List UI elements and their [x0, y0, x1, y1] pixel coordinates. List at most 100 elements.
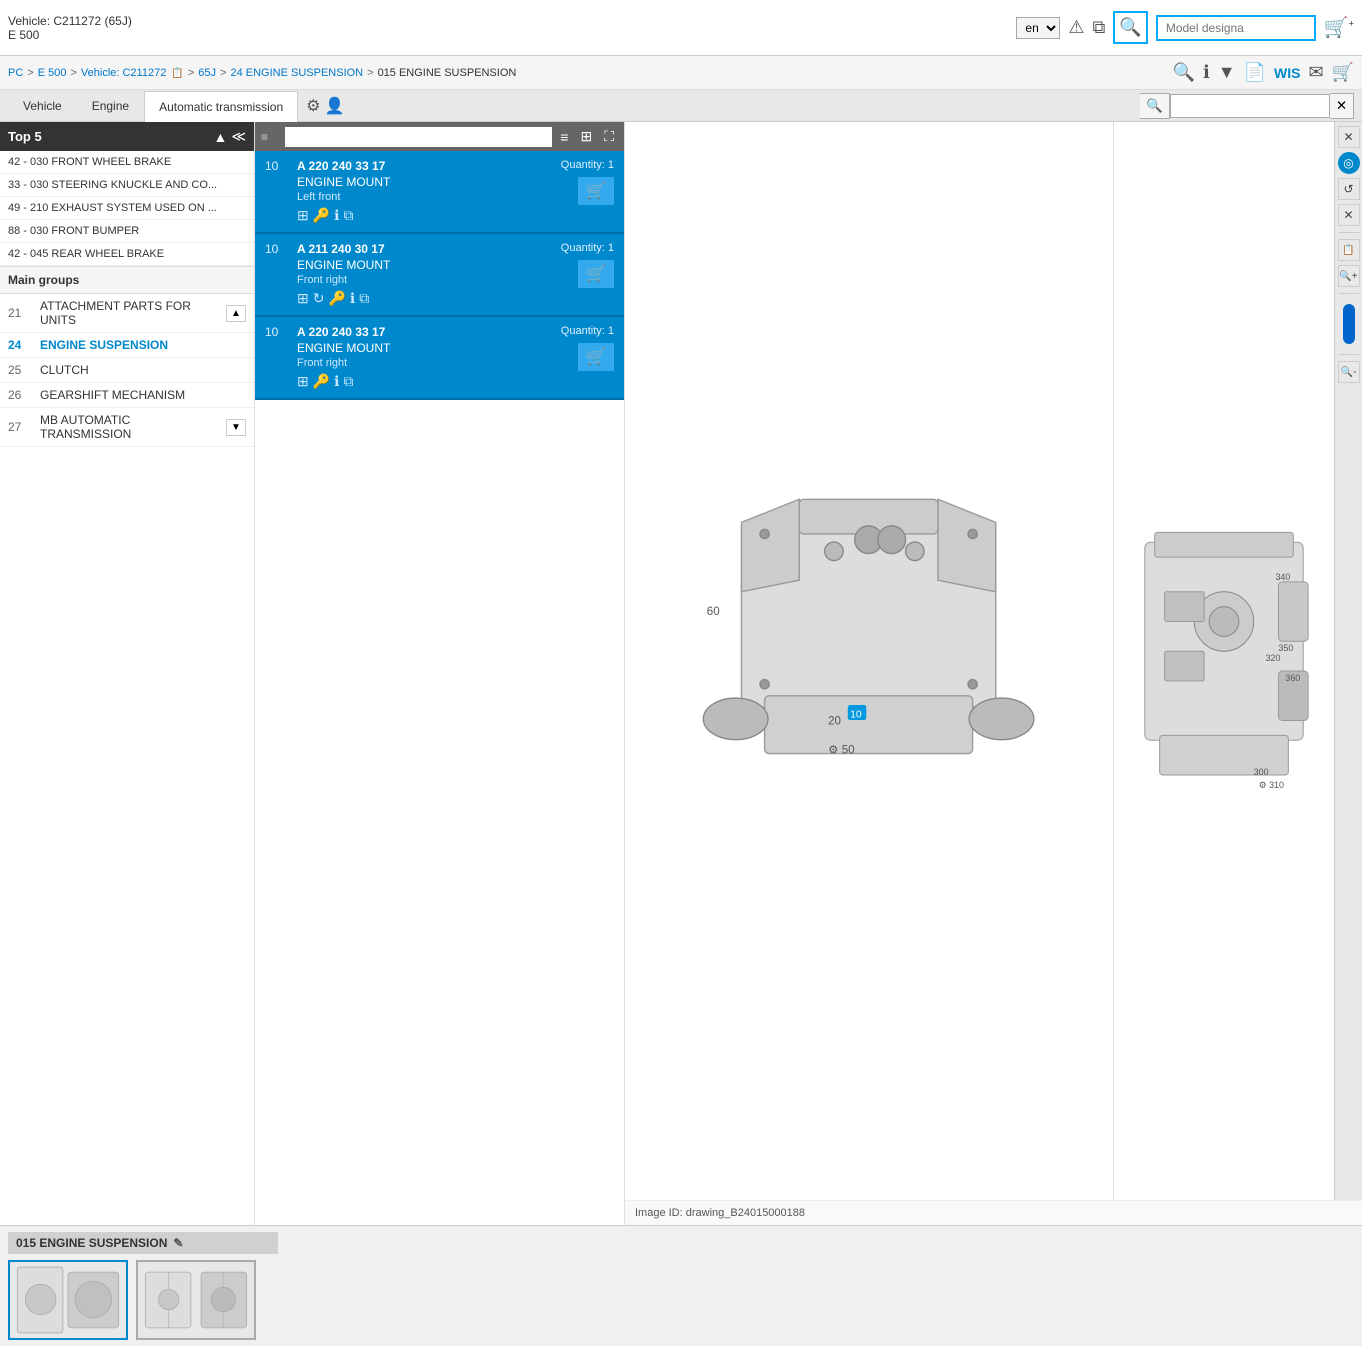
- vehicle-label: Vehicle: C211272 (65J): [8, 14, 132, 28]
- wis-icon-button[interactable]: WIS: [1274, 65, 1300, 81]
- rt-history-button[interactable]: ↺: [1338, 178, 1360, 200]
- part-table-icon-0[interactable]: ⊞: [297, 207, 309, 224]
- top5-item-2[interactable]: 49 - 210 EXHAUST SYSTEM USED ON ...: [0, 197, 254, 220]
- user-tab-icon[interactable]: 👤: [324, 96, 344, 116]
- top5-item-1[interactable]: 33 - 030 STEERING KNUCKLE AND CO...: [0, 174, 254, 197]
- group-item-24[interactable]: 24 ENGINE SUSPENSION: [0, 333, 254, 358]
- top5-collapse-button[interactable]: ▲: [213, 128, 227, 145]
- filter-icon-button[interactable]: ▼: [1218, 62, 1236, 83]
- rt-cancel-button[interactable]: ✕: [1338, 204, 1360, 226]
- breadcrumb-actions: 🔍 ℹ ▼ 📄 WIS ✉ 🛒: [1173, 62, 1354, 83]
- part-key-icon-1[interactable]: 🔑: [328, 290, 345, 307]
- breadcrumb-engine-suspension[interactable]: 24 ENGINE SUSPENSION: [230, 67, 363, 79]
- group-item-26[interactable]: 26 GEARSHIFT MECHANISM: [0, 383, 254, 408]
- add-to-cart-btn-0[interactable]: 🛒: [578, 177, 614, 205]
- breadcrumb-65j[interactable]: 65J: [198, 67, 216, 79]
- tab-search-icon-button[interactable]: 🔍: [1140, 93, 1170, 119]
- top5-close-button[interactable]: ≪: [231, 128, 246, 145]
- group-scroll-27: ▼: [226, 419, 246, 436]
- part-number-1: A 211 240 30 17: [297, 242, 553, 256]
- rt-zoom-out-button[interactable]: 🔍-: [1338, 361, 1360, 383]
- bottom-section-label: 015 ENGINE SUSPENSION: [16, 1236, 167, 1250]
- part-info-icon-0[interactable]: ℹ: [334, 207, 339, 224]
- breadcrumb-e500[interactable]: E 500: [38, 67, 67, 79]
- top5-item-0[interactable]: 42 - 030 FRONT WHEEL BRAKE: [0, 151, 254, 174]
- part-key-icon-0[interactable]: 🔑: [313, 207, 330, 224]
- group-item-25[interactable]: 25 CLUTCH: [0, 358, 254, 383]
- top5-item-4[interactable]: 42 - 045 REAR WHEEL BRAKE: [0, 243, 254, 266]
- rt-zoom-in-button[interactable]: 🔍+: [1338, 265, 1360, 287]
- part-pos-2: 10: [265, 325, 289, 339]
- rt-target-button[interactable]: ◎: [1338, 152, 1360, 174]
- mail-icon-button[interactable]: ✉: [1308, 62, 1323, 83]
- part-desc-2: Front right: [297, 357, 553, 369]
- tab-search-area: 🔍 ✕: [1140, 93, 1354, 119]
- parts-list-view-btn[interactable]: ≡: [556, 127, 572, 147]
- search-icon-button[interactable]: 🔍: [1113, 11, 1147, 44]
- group-item-21[interactable]: 21 ATTACHMENT PARTS FOR UNITS ▲: [0, 294, 254, 333]
- thumbnail-1[interactable]: [136, 1260, 256, 1340]
- breadcrumb-pc[interactable]: PC: [8, 67, 23, 79]
- copy-icon-button[interactable]: ⧉: [1093, 17, 1106, 38]
- tab-vehicle[interactable]: Vehicle: [8, 90, 77, 121]
- edit-icon[interactable]: ✎: [173, 1236, 183, 1250]
- scroll-down-btn[interactable]: ▼: [226, 419, 246, 436]
- cart-icon-button[interactable]: 🛒: [1332, 62, 1354, 83]
- group-item-27[interactable]: 27 MB AUTOMATIC TRANSMISSION ▼: [0, 408, 254, 447]
- svg-text:⚙ 310: ⚙ 310: [1259, 780, 1284, 790]
- top5-label: Top 5: [8, 129, 42, 144]
- settings-tab-icon[interactable]: ⚙: [306, 96, 320, 116]
- part-number-2: A 220 240 33 17: [297, 325, 553, 339]
- parts-grid-view-btn[interactable]: ⊞: [576, 126, 596, 147]
- cart-add-button[interactable]: 🛒+: [1324, 15, 1354, 40]
- thumbnail-0[interactable]: [8, 1260, 128, 1340]
- top5-item-3[interactable]: 88 - 030 FRONT BUMPER: [0, 220, 254, 243]
- part-pos-1: 10: [265, 242, 289, 256]
- add-to-cart-btn-1[interactable]: 🛒: [578, 260, 614, 288]
- rt-clipboard-button[interactable]: 📋: [1338, 239, 1360, 261]
- part-item-0[interactable]: 10 A 220 240 33 17 ENGINE MOUNT Left fro…: [255, 151, 624, 234]
- breadcrumb-current: 015 ENGINE SUSPENSION: [378, 67, 517, 79]
- breadcrumb-vehicle[interactable]: Vehicle: C211272 📋: [81, 67, 184, 79]
- tab-search-input[interactable]: [1170, 94, 1330, 118]
- part-item-1[interactable]: 10 A 211 240 30 17 ENGINE MOUNT Front ri…: [255, 234, 624, 317]
- tab-engine[interactable]: Engine: [77, 90, 144, 121]
- model-search-input[interactable]: [1156, 15, 1316, 41]
- info-icon-button[interactable]: ℹ: [1203, 62, 1210, 83]
- part-copy-icon-0[interactable]: ⧉: [344, 207, 354, 224]
- part-info-icon-1[interactable]: ℹ: [350, 290, 355, 307]
- add-to-cart-btn-2[interactable]: 🛒: [578, 343, 614, 371]
- part-table-icon-1[interactable]: ⊞: [297, 290, 309, 307]
- group-label-27: MB AUTOMATIC TRANSMISSION: [40, 413, 218, 441]
- svg-text:360: 360: [1285, 673, 1300, 683]
- image-area: 60 20 25 10 ⚙ 50: [625, 122, 1362, 1225]
- part-number-0: A 220 240 33 17: [297, 159, 553, 173]
- tab-automatic-transmission[interactable]: Automatic transmission: [144, 91, 298, 122]
- secondary-engine-diagram: 340 320 350 360 300 ⚙ 310: [1114, 122, 1334, 1200]
- part-info-icon-2[interactable]: ℹ: [334, 373, 339, 390]
- part-pos-0: 10: [265, 159, 289, 173]
- part-refresh-icon-1[interactable]: ↻: [313, 290, 325, 307]
- parts-expand-btn[interactable]: ⛶: [600, 126, 618, 147]
- zoom-in-icon-button[interactable]: 🔍: [1173, 62, 1195, 83]
- part-item-2[interactable]: 10 A 220 240 33 17 ENGINE MOUNT Front ri…: [255, 317, 624, 400]
- part-name-2: ENGINE MOUNT: [297, 341, 553, 355]
- engine-diagram-svg: 60 20 25 10 ⚙ 50: [649, 176, 1088, 1146]
- rt-separator-1: [1339, 232, 1359, 233]
- group-label-24: ENGINE SUSPENSION: [40, 338, 168, 352]
- tab-clear-button[interactable]: ✕: [1330, 93, 1354, 119]
- part-table-icon-2[interactable]: ⊞: [297, 373, 309, 390]
- warning-icon-button[interactable]: ⚠: [1068, 17, 1084, 38]
- scroll-up-btn[interactable]: ▲: [226, 305, 246, 322]
- language-select[interactable]: en de fr: [1016, 17, 1060, 39]
- parts-search-input[interactable]: [285, 127, 552, 147]
- part-key-icon-2[interactable]: 🔑: [313, 373, 330, 390]
- breadcrumb-path: PC > E 500 > Vehicle: C211272 📋 > 65J > …: [8, 67, 516, 79]
- rt-blue-indicator: [1343, 304, 1355, 344]
- rt-close-button[interactable]: ✕: [1338, 126, 1360, 148]
- svg-text:320: 320: [1266, 653, 1281, 663]
- part-name-0: ENGINE MOUNT: [297, 175, 553, 189]
- part-copy-icon-1[interactable]: ⧉: [359, 290, 369, 307]
- part-copy-icon-2[interactable]: ⧉: [344, 373, 354, 390]
- doc-icon-button[interactable]: 📄: [1244, 62, 1266, 83]
